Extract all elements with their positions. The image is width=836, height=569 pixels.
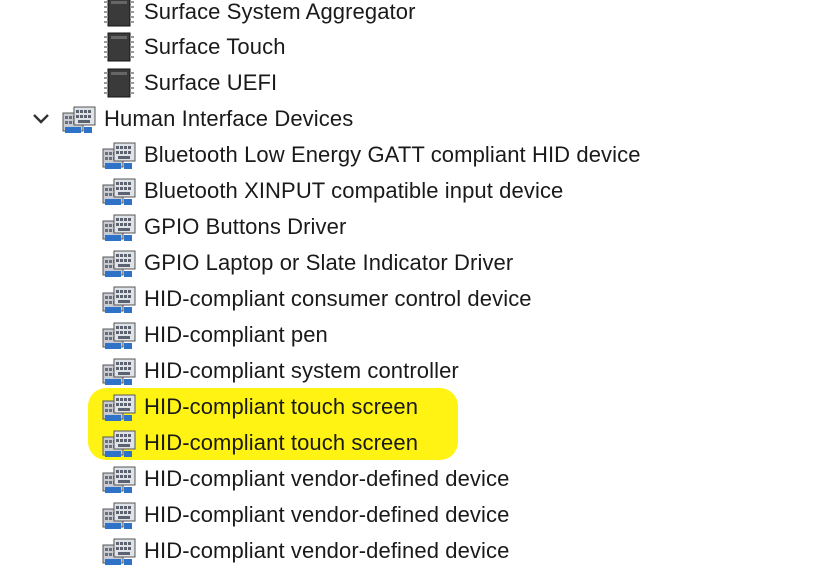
tree-item-surface-touch[interactable]: Surface Touch	[102, 29, 286, 65]
tree-item-label: Surface Touch	[144, 34, 286, 59]
tree-item-label: Surface System Aggregator	[144, 0, 416, 24]
chip-icon	[102, 67, 136, 99]
tree-item-label: HID-compliant vendor-defined device	[144, 538, 510, 563]
tree-item-label: GPIO Buttons Driver	[144, 214, 347, 239]
hid-device-icon	[102, 463, 136, 495]
hid-device-icon	[102, 175, 136, 207]
tree-item-surface-uefi[interactable]: Surface UEFI	[102, 65, 277, 101]
tree-item-label: Bluetooth XINPUT compatible input device	[144, 178, 564, 203]
tree-item-hid-device[interactable]: HID-compliant vendor-defined device	[102, 497, 509, 533]
tree-item-hid-device[interactable]: GPIO Laptop or Slate Indicator Driver	[102, 245, 513, 281]
tree-item-hid-device[interactable]: Bluetooth Low Energy GATT compliant HID …	[102, 137, 641, 173]
hid-device-icon	[102, 211, 136, 243]
device-manager-tree: Surface System Aggregator Surface Touch	[0, 0, 836, 565]
hid-device-icon	[102, 319, 136, 351]
hid-device-icon	[102, 535, 136, 567]
tree-item-label: Bluetooth Low Energy GATT compliant HID …	[144, 142, 641, 167]
tree-item-hid-device[interactable]: HID-compliant vendor-defined device	[102, 533, 509, 569]
chip-icon	[102, 0, 136, 28]
tree-item-label: HID-compliant system controller	[144, 358, 459, 383]
tree-item-hid-device[interactable]: GPIO Buttons Driver	[102, 209, 346, 245]
hid-device-icon	[102, 499, 136, 531]
hid-category-icon	[62, 103, 96, 135]
tree-item-label: HID-compliant pen	[144, 322, 328, 347]
tree-item-hid-device[interactable]: Bluetooth XINPUT compatible input device	[102, 173, 563, 209]
hid-device-icon	[102, 427, 136, 459]
hid-device-icon	[102, 247, 136, 279]
tree-item-surface-system-aggregator[interactable]: Surface System Aggregator	[102, 0, 416, 30]
hid-device-icon	[102, 355, 136, 387]
tree-item-label: HID-compliant consumer control device	[144, 286, 532, 311]
hid-device-icon	[102, 283, 136, 315]
tree-item-label: HID-compliant touch screen	[144, 430, 419, 455]
tree-category-label: Human Interface Devices	[104, 106, 354, 131]
hid-device-icon	[102, 391, 136, 423]
tree-item-hid-device[interactable]: HID-compliant consumer control device	[102, 281, 532, 317]
tree-item-hid-device[interactable]: HID-compliant pen	[102, 317, 328, 353]
tree-item-label: HID-compliant vendor-defined device	[144, 466, 510, 491]
chevron-down-icon[interactable]	[30, 108, 52, 130]
tree-item-hid-device[interactable]: HID-compliant touch screen	[102, 389, 418, 425]
tree-item-hid-device[interactable]: HID-compliant touch screen	[102, 425, 418, 461]
tree-item-label: Surface UEFI	[144, 70, 278, 95]
chip-icon	[102, 31, 136, 63]
hid-device-icon	[102, 139, 136, 171]
tree-category-human-interface-devices[interactable]: Human Interface Devices	[62, 101, 353, 137]
tree-item-label: HID-compliant vendor-defined device	[144, 502, 510, 527]
tree-item-label: GPIO Laptop or Slate Indicator Driver	[144, 250, 514, 275]
tree-item-hid-device[interactable]: HID-compliant system controller	[102, 353, 459, 389]
tree-item-hid-device[interactable]: HID-compliant vendor-defined device	[102, 461, 509, 497]
tree-item-label: HID-compliant touch screen	[144, 394, 419, 419]
